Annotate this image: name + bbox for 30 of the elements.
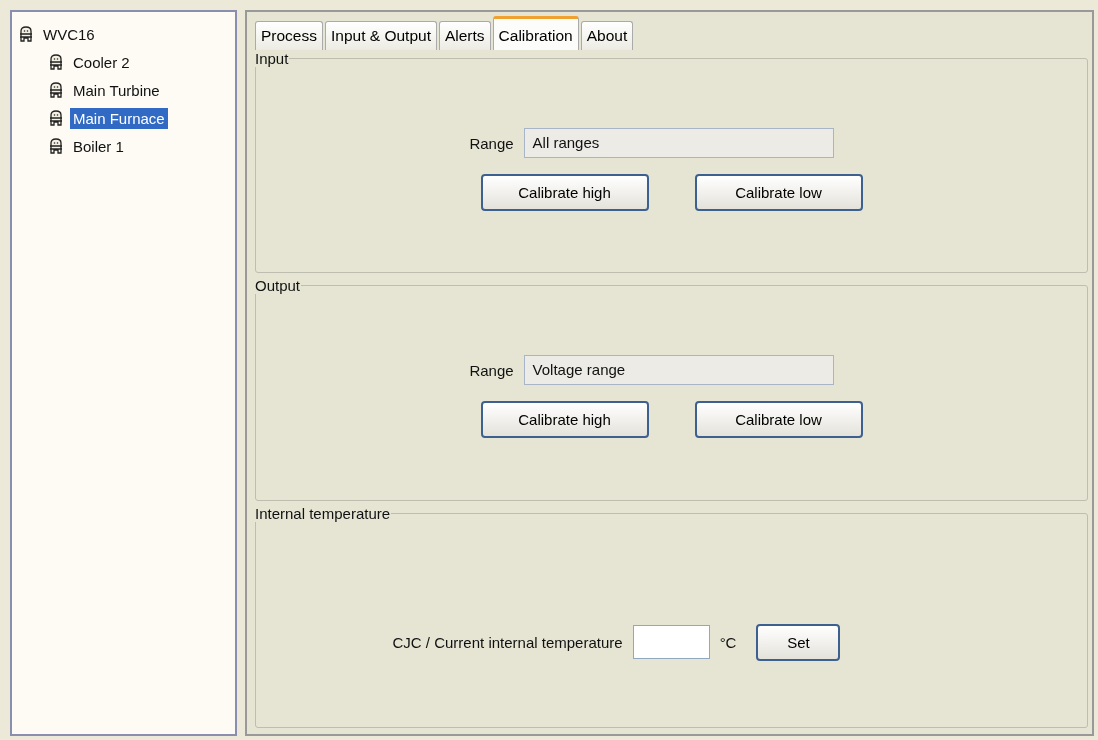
unit-label: °C xyxy=(719,633,737,651)
node-icon xyxy=(18,26,34,42)
range-field[interactable]: All ranges xyxy=(523,128,834,159)
tab[interactable]: Input & Output xyxy=(325,21,437,50)
calibrate-button[interactable]: Calibrate low xyxy=(694,401,863,439)
tab[interactable]: About xyxy=(580,21,634,50)
node-icon xyxy=(48,54,64,70)
node-icon xyxy=(48,110,64,126)
tree-item[interactable]: WVC16 xyxy=(40,23,98,45)
calibrate-button[interactable]: Calibrate high xyxy=(480,174,649,212)
tree-item[interactable]: Cooler 2 xyxy=(70,51,133,73)
range-field[interactable]: Voltage range xyxy=(523,355,834,386)
tab[interactable]: Calibration xyxy=(492,16,579,50)
node-icon xyxy=(48,138,64,154)
calibrate-button[interactable]: Calibrate low xyxy=(694,174,863,212)
node-icon xyxy=(48,82,64,98)
tab[interactable]: Process xyxy=(255,21,323,50)
group-title: Output xyxy=(254,277,302,295)
tab[interactable]: Alerts xyxy=(438,21,491,50)
tree-item[interactable]: Boiler 1 xyxy=(70,135,127,157)
range-label: Range xyxy=(469,362,514,379)
temperature-field[interactable] xyxy=(632,625,710,660)
group-title: Internal temperature xyxy=(254,504,392,522)
temperature-label: CJC / Current internal temperature xyxy=(392,633,623,651)
tree-item[interactable]: Main Turbine xyxy=(70,79,163,101)
range-label: Range xyxy=(469,134,514,152)
tree-item[interactable]: Main Furnace xyxy=(70,107,168,129)
set-button[interactable]: Set xyxy=(756,623,841,661)
calibrate-button[interactable]: Calibrate high xyxy=(480,401,649,439)
group-title: Input xyxy=(254,50,290,67)
